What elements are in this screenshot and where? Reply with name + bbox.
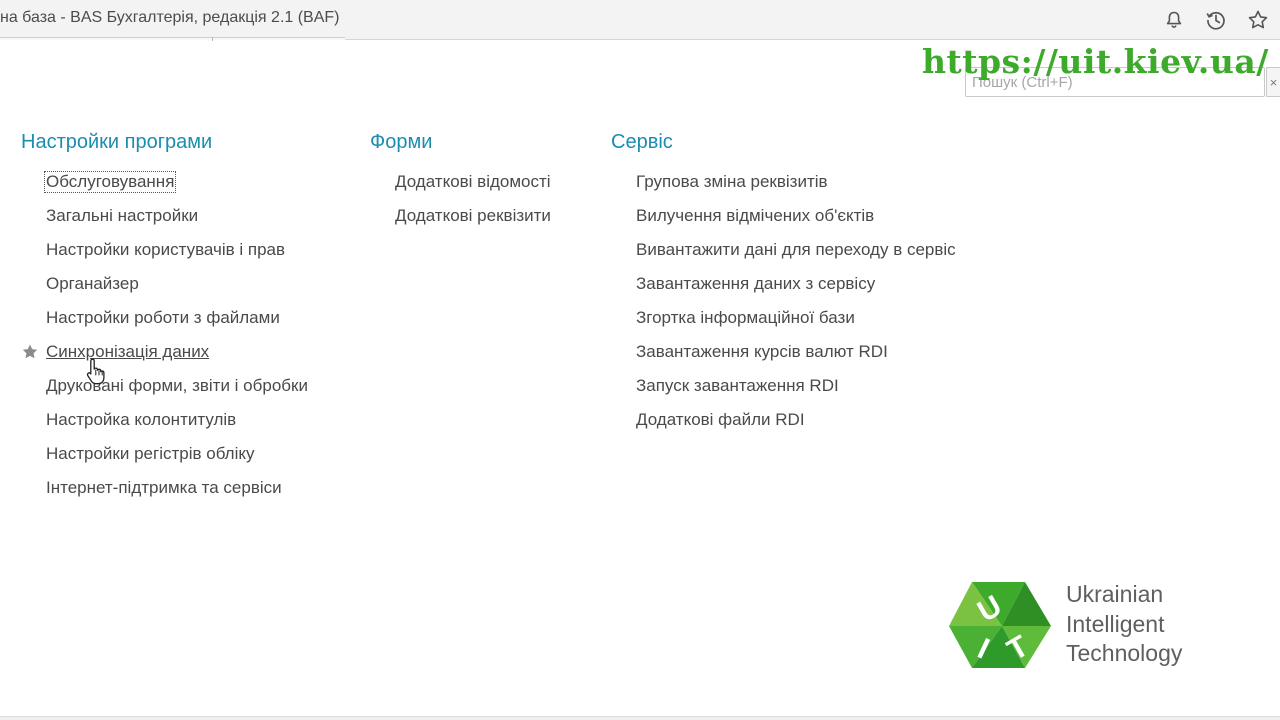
- list-item: Інтернет-підтримка та сервіси: [45, 478, 309, 512]
- tab-separator: [212, 37, 213, 41]
- list-item: Додаткові відомості: [394, 172, 552, 206]
- list-item: Друковані форми, звіти і обробки: [45, 376, 309, 410]
- star-icon[interactable]: [1244, 6, 1272, 34]
- section-title-settings: Настройки програми: [21, 131, 213, 153]
- link-headers-footers[interactable]: Настройка колонтитулів: [45, 410, 237, 430]
- list-item: Органайзер: [45, 274, 309, 308]
- link-infobase-collapse[interactable]: Згортка інформаційної бази: [635, 308, 856, 328]
- link-general-settings[interactable]: Загальні настройки: [45, 206, 199, 226]
- list-item: Настройки користувачів і прав: [45, 240, 309, 274]
- hand-cursor-icon: [86, 357, 108, 385]
- section-settings: Настройки програми Обслуговування Загаль…: [21, 128, 309, 512]
- list-item: Обслуговування: [43, 171, 309, 206]
- list-item: Настройка колонтитулів: [45, 410, 309, 444]
- watermark-url: https://uit.kiev.ua/: [922, 42, 1269, 81]
- logo-line-3: Technology: [1066, 640, 1183, 666]
- list-item: Завантаження даних з сервісу: [635, 274, 957, 308]
- list-item: Синхронізація даних: [22, 342, 309, 376]
- list-item: Завантаження курсів валют RDI: [635, 342, 957, 376]
- link-maintenance[interactable]: Обслуговування: [43, 171, 177, 193]
- logo-text: Ukrainian Intelligent Technology: [1066, 580, 1182, 669]
- list-item: Додаткові файли RDI: [635, 410, 957, 444]
- list-item: Вивантажити дані для переходу в сервіс: [635, 240, 957, 274]
- tab-strip: [0, 37, 345, 41]
- section-title-forms: Форми: [370, 131, 433, 153]
- section-forms: Форми Додаткові відомості Додаткові рекв…: [370, 128, 552, 240]
- section-title-service: Сервіс: [611, 131, 673, 153]
- list-item: Загальні настройки: [45, 206, 309, 240]
- link-delete-marked[interactable]: Вилучення відмічених об'єктів: [635, 206, 875, 226]
- forms-list: Додаткові відомості Додаткові реквізити: [394, 172, 552, 240]
- link-additional-attributes[interactable]: Додаткові реквізити: [394, 206, 552, 226]
- logo-line-2: Intelligent: [1066, 610, 1165, 637]
- link-currency-rates-rdi[interactable]: Завантаження курсів валют RDI: [635, 342, 889, 362]
- service-list: Групова зміна реквізитів Вилучення відмі…: [635, 172, 957, 444]
- link-file-settings[interactable]: Настройки роботи з файлами: [45, 308, 281, 328]
- list-item: Згортка інформаційної бази: [635, 308, 957, 342]
- link-rdi-files[interactable]: Додаткові файли RDI: [635, 410, 806, 430]
- history-icon[interactable]: [1202, 6, 1230, 34]
- link-data-sync[interactable]: Синхронізація даних: [45, 342, 210, 362]
- link-accounting-registers[interactable]: Настройки регістрів обліку: [45, 444, 256, 464]
- link-export-to-service[interactable]: Вивантажити дані для переходу в сервіс: [635, 240, 957, 260]
- list-item: Настройки роботи з файлами: [45, 308, 309, 342]
- window-title: на база - BAS Бухгалтерія, редакція 2.1 …: [0, 9, 340, 26]
- title-bar: на база - BAS Бухгалтерія, редакція 2.1 …: [0, 0, 1280, 41]
- favorite-star-icon[interactable]: [21, 343, 39, 361]
- uit-logo-icon: U I T: [947, 580, 1057, 672]
- link-print-forms[interactable]: Друковані форми, звіти і обробки: [45, 376, 309, 396]
- list-item: Групова зміна реквізитів: [635, 172, 957, 206]
- link-run-rdi[interactable]: Запуск завантаження RDI: [635, 376, 840, 396]
- link-additional-info[interactable]: Додаткові відомості: [394, 172, 552, 192]
- list-item: Додаткові реквізити: [394, 206, 552, 240]
- settings-list: Обслуговування Загальні настройки Настро…: [22, 171, 309, 512]
- link-group-edit[interactable]: Групова зміна реквізитів: [635, 172, 829, 192]
- section-service: Сервіс Групова зміна реквізитів Вилученн…: [611, 128, 957, 444]
- link-internet-support[interactable]: Інтернет-підтримка та сервіси: [45, 478, 283, 498]
- title-bar-icons: [1160, 6, 1272, 34]
- list-item: Вилучення відмічених об'єктів: [635, 206, 957, 240]
- bottom-border: [0, 716, 1280, 720]
- bell-icon[interactable]: [1160, 6, 1188, 34]
- link-users-rights[interactable]: Настройки користувачів і прав: [45, 240, 286, 260]
- link-import-from-service[interactable]: Завантаження даних з сервісу: [635, 274, 876, 294]
- logo-line-1: Ukrainian: [1066, 581, 1164, 607]
- list-item: Запуск завантаження RDI: [635, 376, 957, 410]
- list-item: Настройки регістрів обліку: [45, 444, 309, 478]
- link-organizer[interactable]: Органайзер: [45, 274, 140, 294]
